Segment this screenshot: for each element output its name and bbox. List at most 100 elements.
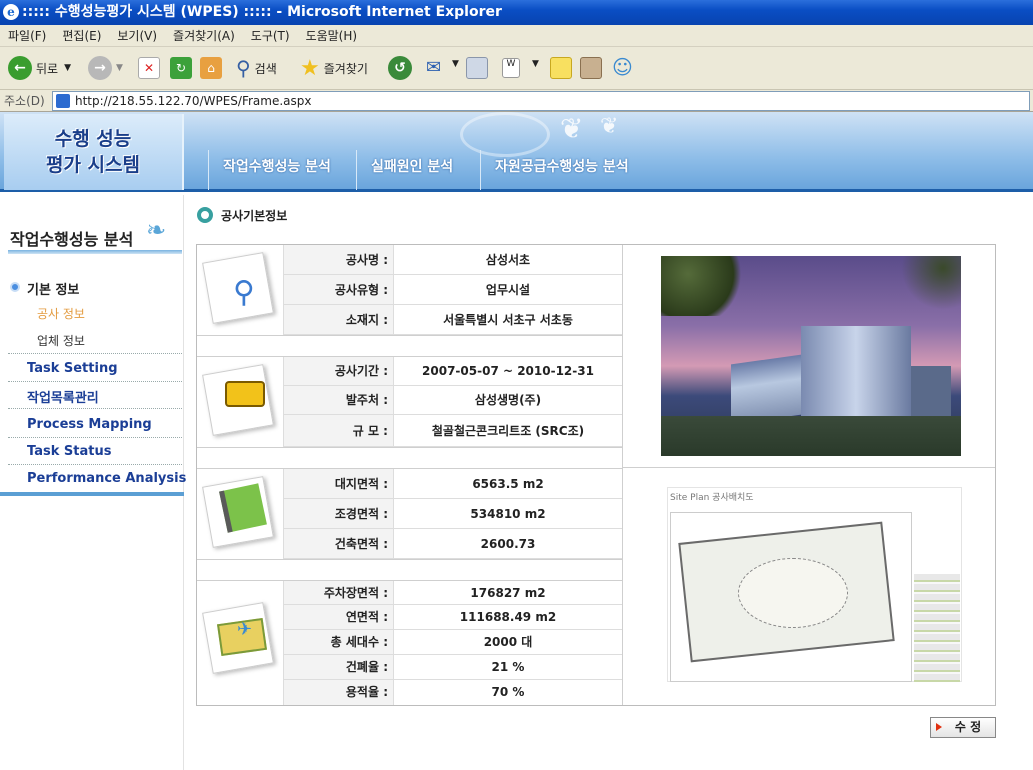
mail-dropdown-icon[interactable]: ▼ [452, 59, 459, 69]
favorites-button[interactable]: ★ 즐겨찾기 [300, 55, 368, 81]
logo-line2: 평가 시스템 [45, 154, 140, 176]
tree-foliage [901, 256, 961, 316]
address-url: http://218.55.122.70/WPES/Frame.aspx [75, 94, 312, 108]
building-block [911, 366, 951, 416]
label-gross-floor-area: 연면적 : [284, 605, 393, 630]
sidebar-subitem-project-info[interactable]: 공사 정보 [37, 305, 85, 322]
edit-page-icon[interactable]: W [502, 58, 520, 78]
label-period: 공사기간 : [284, 357, 393, 386]
label-floor-area-ratio: 용적율 : [284, 680, 393, 705]
value-project-name: 삼성서초 [393, 245, 622, 275]
value-floor-area-ratio: 70 % [393, 680, 622, 705]
sidebar-item-task-setting[interactable]: Task Setting [27, 361, 118, 376]
edit-dropdown-icon[interactable]: ▼ [532, 59, 539, 69]
row-gap [197, 447, 622, 469]
menu-help[interactable]: 도움말(H) [298, 25, 366, 47]
table-divider [622, 245, 623, 705]
research-icon[interactable] [580, 57, 602, 79]
label-structure: 규 모 : [284, 415, 393, 447]
note-icon[interactable] [550, 57, 572, 79]
play-arrow-icon [936, 723, 942, 731]
value-gross-floor-area: 111688.49 m2 [393, 605, 622, 630]
sidebar-divider [8, 464, 182, 465]
sidebar-item-task-status[interactable]: Task Status [27, 444, 111, 459]
menu-favorites[interactable]: 즐겨찾기(A) [165, 25, 243, 47]
sidebar-item-process-mapping[interactable]: Process Mapping [27, 417, 152, 432]
label-landscape-area: 조경면적 : [284, 499, 393, 529]
history-icon[interactable]: ↺ [388, 56, 412, 80]
address-input[interactable]: http://218.55.122.70/WPES/Frame.aspx [52, 91, 1030, 111]
site-plan-image: Site Plan 공사배치도 [667, 487, 962, 682]
mail-icon[interactable]: ✉ [426, 57, 441, 78]
sidebar-subitem-company-info[interactable]: 업체 정보 [37, 332, 85, 349]
value-period: 2007-05-07 ~ 2010-12-31 [393, 357, 622, 386]
forward-button[interactable]: → ▼ [88, 55, 123, 81]
sidebar-item-task-list[interactable]: 작업목록관리 [27, 387, 99, 406]
print-icon[interactable] [466, 57, 488, 79]
sidebar-group-basic-info[interactable]: 기본 정보 [27, 279, 79, 298]
refresh-icon[interactable]: ↻ [170, 57, 192, 79]
edit-button[interactable]: 수 정 [930, 717, 996, 738]
nav-tab-resource-supply[interactable]: 자원공급수행성능 분석 [480, 150, 643, 190]
favorites-star-icon: ★ [300, 55, 320, 81]
search-label: 검색 [254, 61, 277, 76]
address-label: 주소(D) [4, 94, 45, 108]
label-building-area: 건축면적 : [284, 529, 393, 559]
menu-tools[interactable]: 도구(T) [243, 25, 298, 47]
books-icon-cell: ✈ [197, 581, 284, 705]
magnifier-icon: ⚲ [233, 275, 255, 310]
favorites-label: 즐겨찾기 [323, 61, 368, 76]
back-dropdown-icon[interactable]: ▼ [64, 63, 71, 73]
site-plan-title: Site Plan [670, 493, 710, 503]
label-client: 발주처 : [284, 386, 393, 415]
site-plan-caption: 공사배치도 [712, 493, 754, 503]
value-total-units: 2000 대 [393, 630, 622, 655]
label-project-type: 공사유형 : [284, 275, 393, 305]
bullet-icon [10, 282, 20, 292]
sidebar-bottom-bar [0, 492, 184, 496]
label-coverage-ratio: 건폐율 : [284, 655, 393, 680]
menu-file[interactable]: 파일(F) [0, 25, 54, 47]
table-divider [622, 467, 995, 468]
excavator-icon [225, 381, 265, 407]
back-arrow-icon: ← [8, 56, 32, 80]
forward-dropdown-icon[interactable]: ▼ [116, 63, 123, 73]
stop-icon[interactable]: ✕ [138, 57, 160, 79]
airplane-icon: ✈ [237, 619, 253, 640]
address-bar: 주소(D) http://218.55.122.70/WPES/Frame.as… [0, 90, 1033, 112]
toolbar: ← 뒤로 ▼ → ▼ ✕ ↻ ⌂ ⚲ 검색 ★ 즐겨찾기 ↺ ✉ ▼ W ▼ ☺ [0, 47, 1033, 90]
sidebar-title: 작업수행성능 분석 [10, 230, 134, 249]
site-logo[interactable]: 수행 성능 평가 시스템 [4, 114, 184, 190]
site-plan-plaza [738, 558, 848, 628]
sidebar-item-performance-analysis[interactable]: Performance Analysis [27, 471, 186, 486]
sidebar-divider [8, 437, 182, 438]
search-button[interactable]: ⚲ 검색 [236, 55, 277, 81]
sidebar-divider [8, 381, 182, 382]
search-icon: ⚲ [236, 56, 251, 80]
home-icon[interactable]: ⌂ [200, 57, 222, 79]
menu-edit[interactable]: 편집(E) [54, 25, 109, 47]
value-building-area: 2600.73 [393, 529, 622, 559]
forward-arrow-icon: → [88, 56, 112, 80]
document-search-icon-cell: ⚲ [197, 245, 284, 335]
sidebar-title-underline [8, 250, 182, 254]
ground-area [661, 416, 961, 456]
nav-tab-failure-cause[interactable]: 실패원인 분석 [356, 150, 467, 190]
back-button[interactable]: ← 뒤로 ▼ [8, 55, 71, 81]
back-label: 뒤로 [36, 61, 59, 76]
messenger-icon[interactable]: ☺ [612, 55, 633, 79]
menu-view[interactable]: 보기(V) [109, 25, 165, 47]
window-title: ::::: 수행성능평가 시스템 (WPES) ::::: - Microsof… [22, 4, 502, 20]
tree-foliage [661, 256, 751, 316]
nav-tab-task-performance[interactable]: 작업수행성능 분석 [208, 150, 345, 190]
section-ring-icon [197, 207, 213, 223]
sidebar-divider [8, 408, 182, 409]
label-project-name: 공사명 : [284, 245, 393, 275]
value-parking-area: 176827 m2 [393, 581, 622, 605]
value-project-type: 업무시설 [393, 275, 622, 305]
value-site-area: 6563.5 m2 [393, 469, 622, 499]
value-location: 서울특별시 서초구 서초동 [393, 305, 622, 335]
excavator-icon-cell [197, 357, 284, 447]
value-structure: 철골철근콘크리트조 (SRC조) [393, 415, 622, 447]
notebook-icon [219, 483, 267, 533]
